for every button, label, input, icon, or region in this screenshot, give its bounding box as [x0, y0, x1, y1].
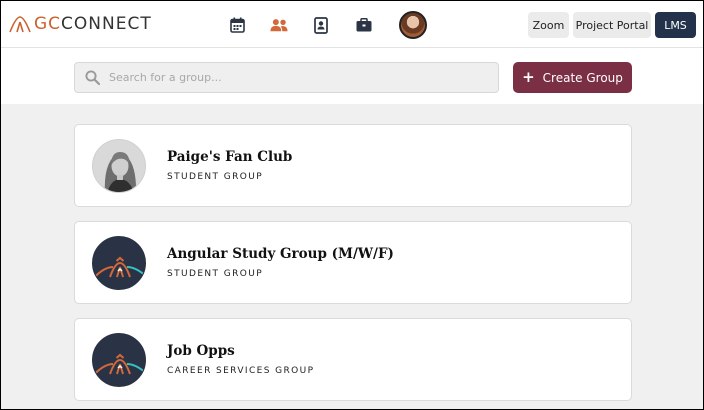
logo-mark-icon — [9, 16, 31, 33]
user-avatar[interactable] — [399, 11, 427, 39]
zoom-button[interactable]: Zoom — [528, 12, 569, 38]
logo-text: GCCONNECT — [34, 14, 152, 34]
search-box[interactable] — [74, 62, 499, 93]
group-type: STUDENT GROUP — [167, 269, 264, 279]
people-icon[interactable] — [270, 16, 288, 34]
group-name[interactable]: Job Opps — [167, 343, 235, 359]
create-group-button[interactable]: + Create Group — [513, 62, 632, 93]
group-name[interactable]: Angular Study Group (M/W/F) — [167, 246, 394, 262]
gc-logo-avatar-icon — [92, 236, 146, 290]
lms-button[interactable]: LMS — [655, 12, 696, 38]
contact-book-icon[interactable] — [312, 16, 330, 34]
group-card[interactable]: Angular Study Group (M/W/F) STUDENT GROU… — [74, 221, 632, 304]
gc-connect-logo[interactable]: GCCONNECT — [9, 13, 152, 35]
group-card[interactable]: Job Opps CAREER SERVICES GROUP — [74, 318, 632, 401]
search-toolbar: + Create Group — [1, 48, 703, 104]
create-group-label: Create Group — [542, 70, 623, 85]
group-name[interactable]: Paige's Fan Club — [167, 149, 292, 165]
project-portal-button[interactable]: Project Portal — [573, 12, 651, 38]
gc-logo-avatar-icon — [92, 333, 146, 387]
plus-icon: + — [522, 68, 535, 86]
group-card[interactable]: Paige's Fan Club STUDENT GROUP — [74, 124, 632, 207]
search-icon — [85, 70, 100, 85]
nav-icons — [228, 11, 427, 39]
group-type: STUDENT GROUP — [167, 172, 264, 182]
group-avatar-photo — [92, 139, 146, 193]
top-navbar: GCCONNECT Zoom Project Portal LMS — [1, 1, 703, 48]
calendar-icon[interactable] — [228, 16, 246, 34]
search-input[interactable] — [109, 71, 479, 84]
briefcase-icon[interactable] — [355, 16, 373, 34]
group-type: CAREER SERVICES GROUP — [167, 366, 315, 376]
